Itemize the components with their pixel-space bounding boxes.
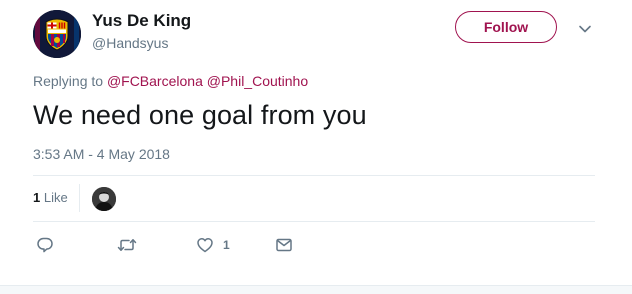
mention-link-phil-coutinho[interactable]: @Phil_Coutinho bbox=[207, 73, 308, 89]
user-avatar[interactable] bbox=[33, 10, 81, 58]
fc-barcelona-crest-icon bbox=[33, 10, 81, 58]
tweet-text: We need one goal from you bbox=[33, 100, 367, 130]
liker-photo-icon bbox=[92, 187, 116, 211]
envelope-icon bbox=[276, 238, 292, 252]
likes-stat[interactable]: 1 Like bbox=[33, 190, 68, 205]
liker-avatar[interactable] bbox=[92, 187, 116, 211]
reply-context-prefix: Replying to bbox=[33, 73, 104, 89]
retweet-button[interactable] bbox=[117, 236, 137, 254]
stat-separator bbox=[79, 184, 80, 212]
likes-label: Like bbox=[43, 190, 68, 205]
like-button[interactable]: 1 bbox=[196, 236, 230, 254]
direct-message-button[interactable] bbox=[275, 236, 293, 254]
follow-button[interactable]: Follow bbox=[455, 11, 557, 43]
retweet-icon bbox=[117, 239, 137, 251]
divider bbox=[33, 175, 595, 176]
tweet-card: Yus De King @Handsyus Follow Replying to… bbox=[0, 0, 632, 285]
divider bbox=[33, 221, 595, 222]
tweet-timestamp[interactable]: 3:53 AM - 4 May 2018 bbox=[33, 146, 170, 162]
chevron-down-icon[interactable] bbox=[577, 21, 593, 37]
user-display-name[interactable]: Yus De King bbox=[92, 11, 191, 31]
reply-icon bbox=[37, 237, 53, 253]
likes-count: 1 bbox=[33, 190, 41, 205]
user-handle[interactable]: @Handsyus bbox=[92, 35, 168, 51]
reply-context: Replying to @FCBarcelona @Phil_Coutinho bbox=[33, 73, 308, 89]
like-count: 1 bbox=[223, 238, 230, 252]
heart-icon bbox=[197, 238, 213, 253]
mention-link-fcbarcelona[interactable]: @FCBarcelona bbox=[107, 73, 203, 89]
reply-button[interactable] bbox=[36, 236, 54, 254]
